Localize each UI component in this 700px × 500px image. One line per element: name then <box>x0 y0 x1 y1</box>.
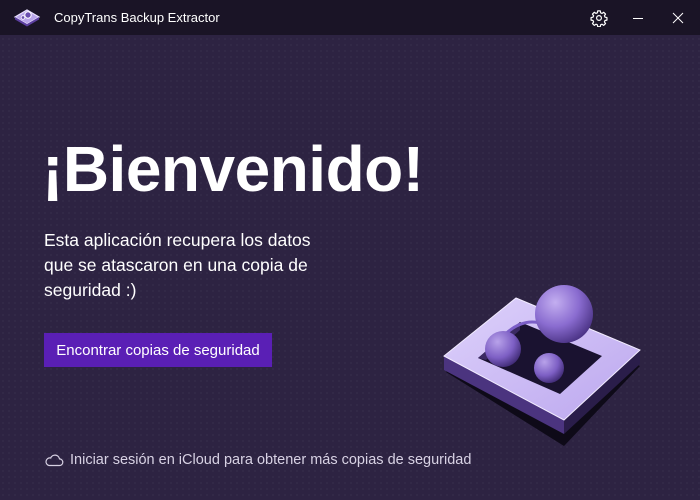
minimize-icon <box>633 17 643 19</box>
gear-icon <box>590 9 608 27</box>
backup-tile-illustration <box>443 285 641 446</box>
app-description: Esta aplicación recupera los datos que s… <box>44 230 311 300</box>
close-button[interactable] <box>660 0 696 35</box>
copytrans-logo-icon <box>13 9 41 27</box>
close-icon <box>672 12 684 23</box>
icloud-link-label: Iniciar sesión en iCloud para obtener má… <box>70 452 472 468</box>
app-window: CopyTrans Backup Extractor ¡Bienvenido! … <box>0 0 700 500</box>
find-backups-button[interactable]: Encontrar copias de seguridad <box>44 333 272 367</box>
minimize-button[interactable] <box>620 0 656 35</box>
title-bar[interactable]: CopyTrans Backup Extractor <box>0 0 700 35</box>
welcome-heading: ¡Bienvenido! <box>42 133 424 205</box>
icloud-signin-link[interactable]: Iniciar sesión en iCloud para obtener má… <box>44 452 471 468</box>
settings-button[interactable] <box>581 0 617 35</box>
cloud-icon <box>45 454 64 467</box>
app-title: CopyTrans Backup Extractor <box>54 10 220 25</box>
